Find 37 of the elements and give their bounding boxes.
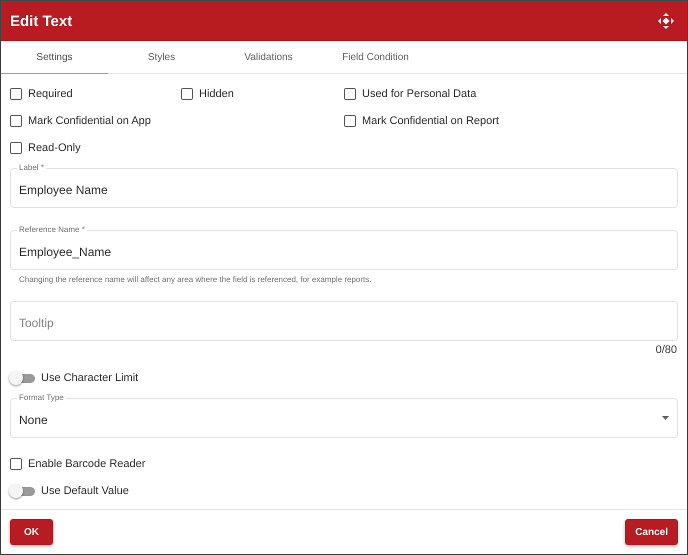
tab[interactable]: Field Condition xyxy=(322,41,429,74)
field-value: Employee Name xyxy=(19,183,108,197)
field-label: Format Type xyxy=(17,393,66,402)
checkbox[interactable] xyxy=(10,142,22,154)
checkbox-label: Read-Only xyxy=(28,142,81,154)
checkbox[interactable] xyxy=(10,115,22,127)
tab[interactable]: Validations xyxy=(215,41,322,74)
dropdown-caret-icon xyxy=(662,416,669,420)
checkbox-label: Used for Personal Data xyxy=(362,88,476,100)
placeholder-text: Tooltip xyxy=(19,316,54,330)
character-counter: 0/80 xyxy=(656,344,677,356)
checkbox-label: Enable Barcode Reader xyxy=(28,458,146,470)
toggle-label: Use Default Value xyxy=(41,485,129,497)
text-field[interactable]: Tooltip xyxy=(10,301,678,341)
checkbox-label: Mark Confidential on App xyxy=(28,115,151,127)
toggle-switch[interactable] xyxy=(10,486,35,496)
toggle-switch[interactable] xyxy=(10,374,35,382)
field-label: Reference Name * xyxy=(17,225,87,234)
tab[interactable]: Styles xyxy=(108,41,215,74)
field-value: Employee_Name xyxy=(19,245,112,259)
window-title: Edit Text xyxy=(10,12,72,30)
cancel-button[interactable]: Cancel xyxy=(625,519,678,545)
helper-text: Changing the reference name will affect any area where the field is referenced, for example reports. xyxy=(19,275,372,284)
select-value: None xyxy=(19,413,48,427)
checkbox[interactable] xyxy=(10,458,22,470)
checkbox[interactable] xyxy=(181,88,193,100)
checkbox-label: Hidden xyxy=(199,88,234,100)
field-label: Label * xyxy=(17,163,46,172)
ok-button[interactable]: OK xyxy=(10,519,53,545)
toggle-label: Use Character Limit xyxy=(41,372,138,384)
checkbox[interactable] xyxy=(10,88,22,100)
checkbox-label: Mark Confidential on Report xyxy=(362,115,499,127)
checkbox-label: Required xyxy=(28,88,73,100)
checkbox[interactable] xyxy=(344,88,356,100)
move-icon[interactable] xyxy=(658,13,674,29)
tab[interactable]: Settings xyxy=(1,41,108,74)
checkbox[interactable] xyxy=(344,115,356,127)
